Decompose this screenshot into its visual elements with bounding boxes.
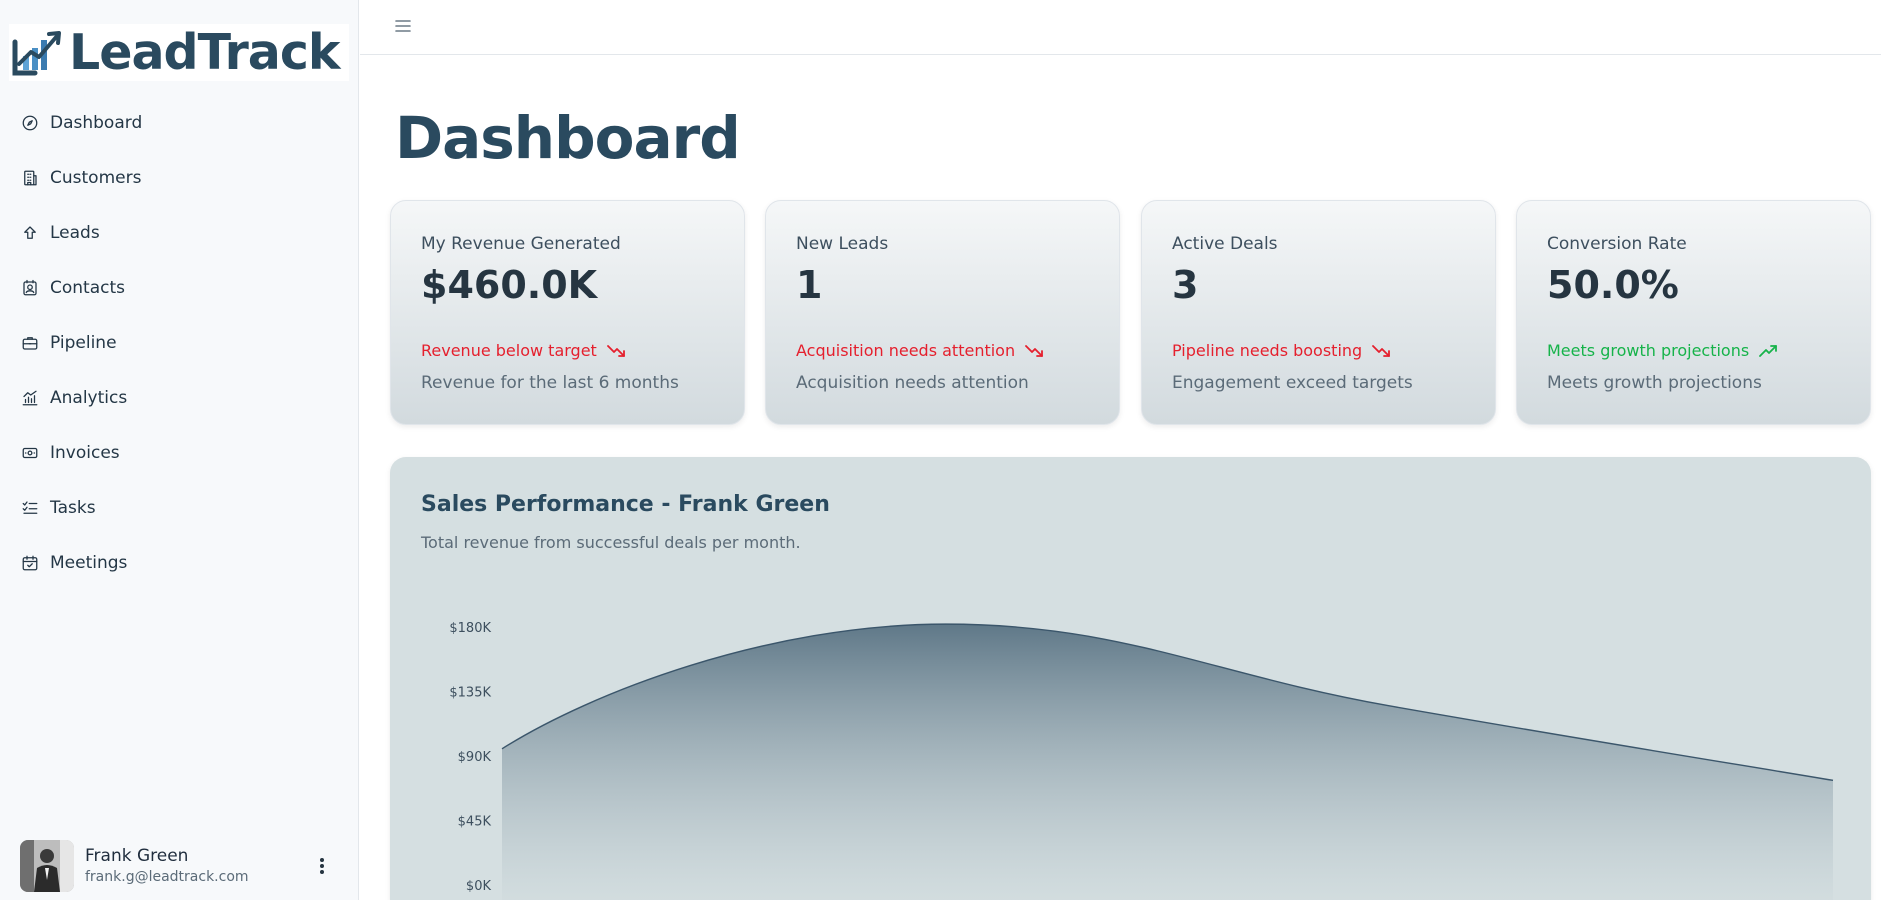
- calendar-icon: [20, 553, 40, 573]
- user-info: Frank Green frank.g@leadtrack.com: [85, 845, 249, 887]
- compass-icon: [20, 113, 40, 133]
- logo-chart-icon: [12, 31, 61, 76]
- more-vertical-icon[interactable]: [312, 854, 332, 878]
- arrow-up-icon: [20, 223, 40, 243]
- briefcase-icon: [20, 333, 40, 353]
- sidebar-item-label: Invoices: [50, 442, 120, 463]
- sidebar-item-customers[interactable]: Customers: [0, 150, 359, 205]
- checklist-icon: [20, 498, 40, 518]
- sidebar-item-analytics[interactable]: Analytics: [0, 370, 359, 425]
- contact-card-icon: [20, 278, 40, 298]
- stat-card-new-leads: New Leads 1 Acquisition needs attention …: [765, 200, 1120, 425]
- user-email: frank.g@leadtrack.com: [85, 869, 249, 885]
- chart-area-fill: [502, 624, 1833, 900]
- stat-card-active-deals: Active Deals 3 Pipeline needs boosting E…: [1141, 200, 1496, 425]
- sidebar-item-pipeline[interactable]: Pipeline: [0, 315, 359, 370]
- trending-up-icon: [1759, 344, 1778, 357]
- y-tick-label: $90K: [458, 750, 492, 765]
- sidebar-item-label: Customers: [50, 167, 142, 188]
- card-trend: Meets growth projections: [1547, 341, 1779, 360]
- trending-down-icon: [1372, 344, 1391, 357]
- card-value: 1: [796, 263, 823, 307]
- sidebar-item-tasks[interactable]: Tasks: [0, 480, 359, 535]
- card-label: Conversion Rate: [1547, 234, 1687, 254]
- sidebar-nav: Dashboard Customers Leads Contacts Pipel…: [0, 95, 359, 590]
- logo-text: LeadTrack: [69, 24, 341, 81]
- y-tick-label: $180K: [449, 621, 491, 636]
- sidebar-item-label: Leads: [50, 222, 100, 243]
- user-profile[interactable]: Frank Green frank.g@leadtrack.com: [20, 840, 350, 892]
- card-label: My Revenue Generated: [421, 234, 621, 254]
- card-trend-text: Pipeline needs boosting: [1172, 341, 1363, 360]
- card-trend-text: Revenue below target: [421, 341, 597, 360]
- stat-card-revenue: My Revenue Generated $460.0K Revenue bel…: [390, 200, 745, 425]
- sidebar-item-label: Dashboard: [50, 112, 143, 133]
- card-label: New Leads: [796, 234, 889, 254]
- card-value: 50.0%: [1547, 263, 1679, 307]
- sidebar-item-dashboard[interactable]: Dashboard: [0, 95, 359, 150]
- sidebar-item-label: Pipeline: [50, 332, 117, 353]
- y-tick-label: $0K: [466, 879, 492, 894]
- sidebar-item-contacts[interactable]: Contacts: [0, 260, 359, 315]
- card-note: Meets growth projections: [1547, 373, 1762, 393]
- sidebar-item-label: Analytics: [50, 387, 128, 408]
- y-tick-label: $135K: [449, 686, 491, 701]
- card-trend: Revenue below target: [421, 341, 627, 360]
- trending-down-icon: [606, 344, 625, 357]
- card-note: Revenue for the last 6 months: [421, 373, 679, 393]
- card-trend: Acquisition needs attention: [796, 341, 1045, 360]
- app-logo[interactable]: LeadTrack: [9, 24, 349, 81]
- sales-performance-panel: Sales Performance - Frank Green Total re…: [390, 457, 1871, 900]
- card-value: $460.0K: [421, 263, 598, 307]
- sidebar-item-leads[interactable]: Leads: [0, 205, 359, 260]
- sidebar-item-meetings[interactable]: Meetings: [0, 535, 359, 590]
- card-value: 3: [1172, 263, 1199, 307]
- avatar: [20, 840, 74, 892]
- banknote-icon: [20, 443, 40, 463]
- page-title: Dashboard: [395, 104, 741, 172]
- sidebar: LeadTrack Dashboard Customers Leads Cont…: [0, 0, 359, 900]
- sidebar-item-label: Contacts: [50, 277, 125, 298]
- card-trend-text: Meets growth projections: [1547, 341, 1750, 360]
- y-tick-label: $45K: [458, 815, 492, 830]
- card-trend-text: Acquisition needs attention: [796, 341, 1016, 360]
- building-icon: [20, 168, 40, 188]
- card-note: Engagement exceed targets: [1172, 373, 1413, 393]
- sidebar-item-label: Meetings: [50, 552, 128, 573]
- bar-chart-icon: [20, 388, 40, 408]
- sidebar-item-invoices[interactable]: Invoices: [0, 425, 359, 480]
- sidebar-item-label: Tasks: [50, 497, 96, 518]
- trending-down-icon: [1025, 344, 1044, 357]
- card-label: Active Deals: [1172, 234, 1278, 254]
- topbar: [360, 0, 1881, 55]
- card-trend: Pipeline needs boosting: [1172, 341, 1392, 360]
- card-note: Acquisition needs attention: [796, 373, 1029, 393]
- sales-area-chart: $0K $45K $90K $135K $180K: [449, 621, 1834, 900]
- menu-toggle-icon[interactable]: [393, 16, 413, 36]
- stat-card-conversion-rate: Conversion Rate 50.0% Meets growth proje…: [1516, 200, 1871, 425]
- user-name: Frank Green: [85, 846, 189, 866]
